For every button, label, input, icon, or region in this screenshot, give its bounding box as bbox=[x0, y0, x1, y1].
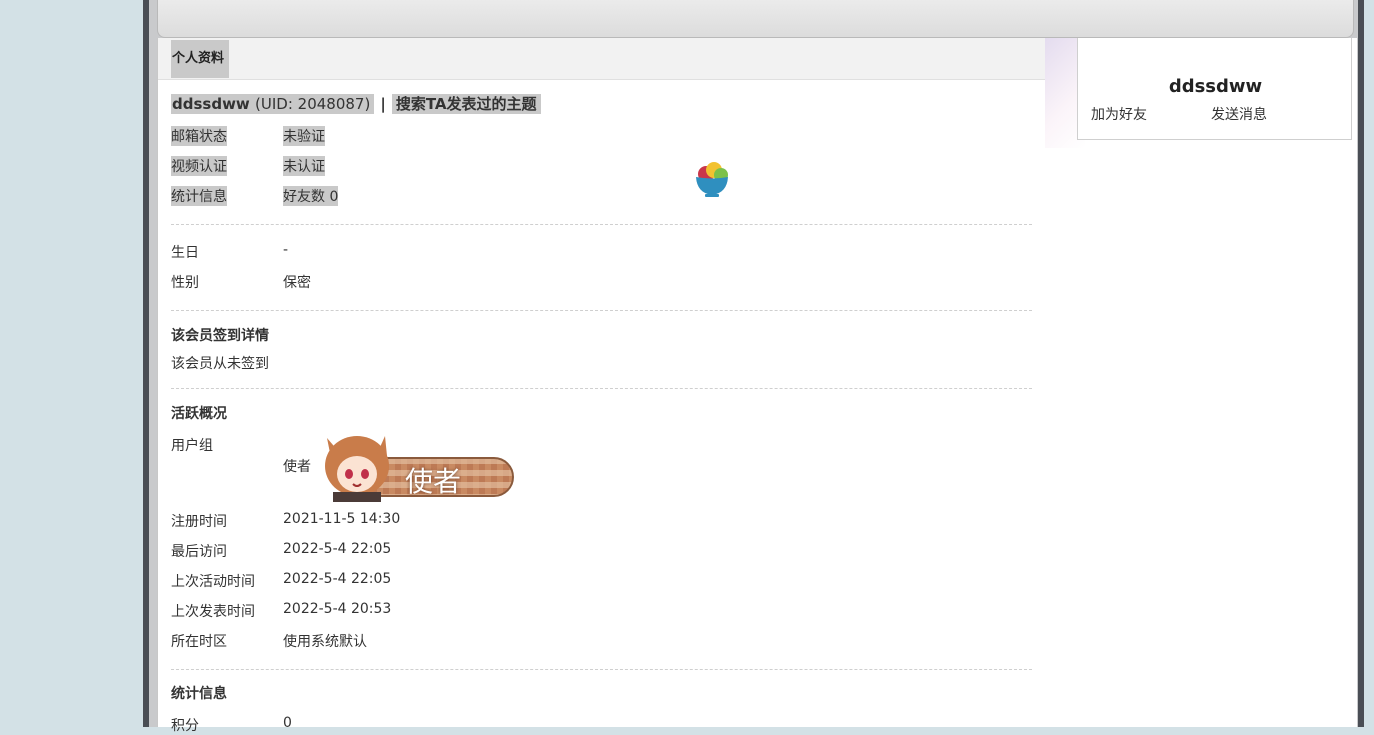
profile-header: ddssdww (UID: 2048087) | 搜索TA发表过的主题 bbox=[171, 93, 541, 115]
last-post-label: 上次发表时间 bbox=[171, 604, 255, 620]
user-card: ddssdww 加为好友 发送消息 bbox=[1077, 38, 1352, 140]
profile-name-block: ddssdww (UID: 2048087) bbox=[171, 94, 375, 114]
email-status-label: 邮箱状态 bbox=[171, 126, 227, 146]
email-status-value: 未验证 bbox=[283, 126, 325, 146]
last-post-value: 2022-5-4 20:53 bbox=[283, 601, 392, 617]
video-verify-label: 视频认证 bbox=[171, 156, 227, 176]
profile-username: ddssdww bbox=[172, 95, 250, 113]
search-user-topics-link[interactable]: 搜索TA发表过的主题 bbox=[391, 94, 541, 114]
tab-profile[interactable]: 个人资料 bbox=[171, 40, 230, 78]
add-friend-link[interactable]: 加为好友 bbox=[1091, 104, 1147, 124]
last-visit-value: 2022-5-4 22:05 bbox=[283, 541, 392, 557]
fruit-bowl-icon bbox=[696, 162, 728, 197]
gender-label: 性别 bbox=[171, 275, 199, 291]
register-time-value: 2021-11-5 14:30 bbox=[283, 511, 401, 527]
stats-title: 统计信息 bbox=[171, 686, 227, 702]
birthday-value: - bbox=[283, 242, 289, 258]
timezone-value: 使用系统默认 bbox=[283, 634, 367, 650]
profile-main: 个人资料 ddssdww (UID: 2048087) | 搜索TA发表过的主题 邮… bbox=[157, 38, 1046, 734]
register-time-label: 注册时间 bbox=[171, 514, 227, 530]
sidebar-username: ddssdww bbox=[1168, 76, 1263, 97]
stats-info-label: 统计信息 bbox=[171, 186, 227, 206]
gender-value: 保密 bbox=[283, 275, 311, 291]
section-divider bbox=[171, 669, 1032, 670]
user-group-value[interactable]: 使者 bbox=[283, 456, 311, 476]
friend-count-value: 好友数 0 bbox=[283, 186, 339, 206]
header-separator: | bbox=[380, 95, 386, 113]
user-group-badge: 使者 bbox=[323, 434, 515, 502]
checkin-title: 该会员签到详情 bbox=[171, 328, 269, 344]
last-active-value: 2022-5-4 22:05 bbox=[283, 571, 392, 587]
activity-title: 活跃概况 bbox=[171, 406, 227, 422]
frame-right bbox=[1358, 0, 1364, 727]
section-divider bbox=[171, 388, 1032, 389]
timezone-label: 所在时区 bbox=[171, 634, 227, 650]
user-group-label: 用户组 bbox=[171, 438, 213, 454]
birthday-label: 生日 bbox=[171, 245, 199, 261]
last-visit-label: 最后访问 bbox=[171, 544, 227, 560]
points-label: 积分 bbox=[171, 718, 199, 734]
send-message-link[interactable]: 发送消息 bbox=[1211, 104, 1267, 124]
section-divider bbox=[171, 224, 1032, 225]
badge-label: 使者 bbox=[405, 465, 462, 498]
points-value: 0 bbox=[283, 715, 292, 731]
top-bar bbox=[157, 0, 1354, 38]
video-verify-value: 未认证 bbox=[283, 156, 325, 176]
section-divider bbox=[171, 310, 1032, 311]
profile-uid: (UID: 2048087) bbox=[255, 95, 371, 113]
last-active-label: 上次活动时间 bbox=[171, 574, 255, 590]
tab-strip: 个人资料 bbox=[158, 38, 1045, 80]
checkin-text: 该会员从未签到 bbox=[171, 356, 269, 372]
profile-sidebar: ddssdww 加为好友 发送消息 bbox=[1045, 38, 1357, 727]
